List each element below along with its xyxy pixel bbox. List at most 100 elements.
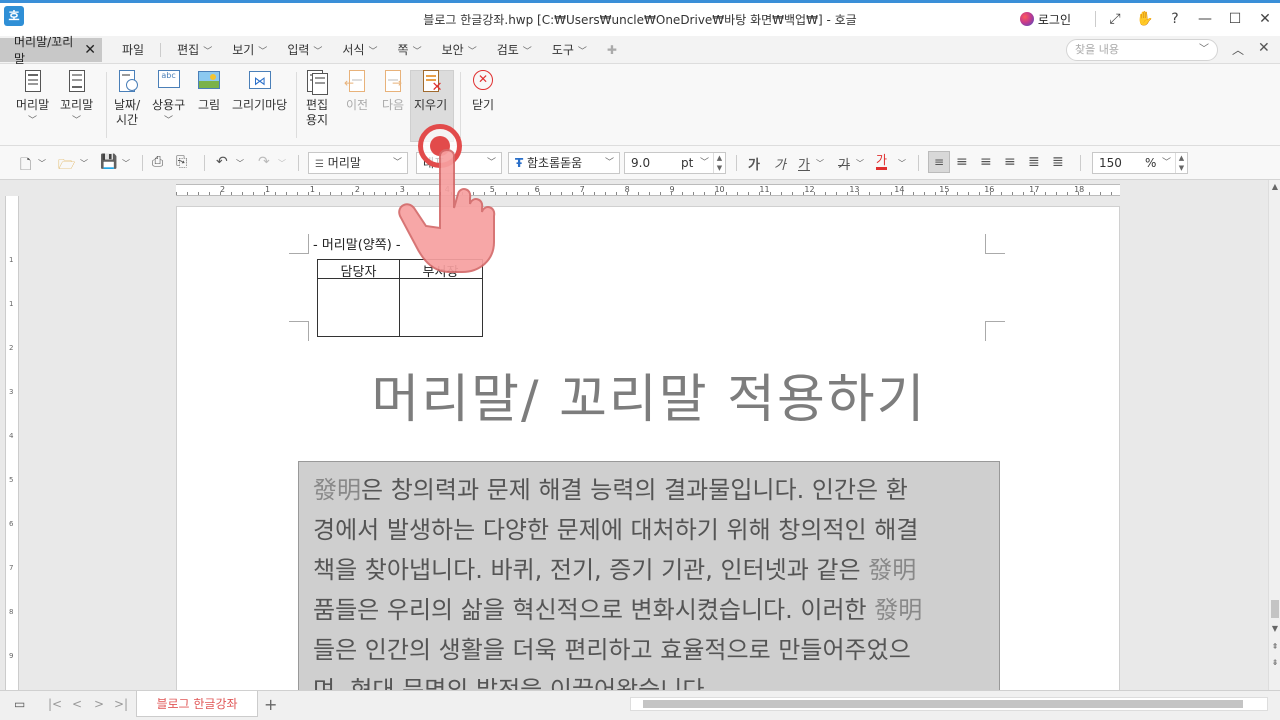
page-view-icon[interactable]: ▭ (14, 697, 25, 711)
add-tab-button[interactable]: + (264, 695, 277, 714)
zoom-spinner[interactable]: ▲ ▼ (1175, 153, 1187, 173)
undo-icon[interactable]: ↶ (216, 154, 228, 170)
align-split-icon[interactable]: ≣ (1052, 154, 1064, 170)
maximize-button[interactable]: ☐ (1220, 11, 1250, 27)
datetime-button[interactable]: 날짜/ 시간 (114, 68, 140, 128)
body-text-line[interactable]: 며, 현대 문명의 발전을 이끌어왔습니다. (313, 670, 985, 690)
new-doc-icon[interactable]: 🗋 (20, 154, 31, 178)
vertical-ruler[interactable]: 1 1 2 3 4 5 6 7 8 9 (5, 196, 19, 690)
drawing-button[interactable]: ⋈ 그리기마당 (232, 68, 287, 113)
font-size-input[interactable]: 9.0 pt ﹀ ▲ ▼ (624, 152, 726, 174)
approval-table[interactable]: 담당자 부서장 (317, 259, 483, 337)
document-title[interactable]: 머리말/ 꼬리말 적용하기 (177, 357, 1121, 432)
delete-button[interactable]: ✕ 지우기 (414, 68, 447, 113)
align-distribute-icon[interactable]: ≣ (1028, 154, 1040, 170)
align-left-icon[interactable]: ≡ (956, 154, 968, 170)
scroll-down-icon[interactable]: ▼ (1269, 624, 1280, 633)
font-color-button[interactable]: 가 (876, 154, 888, 170)
close-doc-icon[interactable]: ✕ (1258, 40, 1270, 56)
chevron-down-icon[interactable]: ﹀ (236, 158, 244, 169)
bold-button[interactable]: 가 (748, 154, 760, 173)
menu-format[interactable]: 서식 ﹀ (332, 41, 387, 58)
login-button[interactable]: 로그인 (1019, 11, 1071, 28)
menu-view[interactable]: 보기 ﹀ (222, 41, 277, 58)
horizontal-scrollbar[interactable] (630, 697, 1268, 711)
font-select[interactable]: Ŧ 함초롬돋움 ﹀ (508, 152, 620, 174)
style-select[interactable]: ☰ 머리말 ﹀ (308, 152, 408, 174)
chevron-down-icon[interactable]: ﹀ (122, 158, 130, 169)
help-icon[interactable]: ? (1160, 11, 1190, 27)
search-input[interactable]: 찾을 내용 ﹀ (1066, 39, 1218, 61)
login-label: 로그인 (1037, 12, 1071, 27)
scroll-up-icon[interactable]: ▲ (1269, 182, 1280, 191)
scrollbar-thumb[interactable] (643, 700, 1243, 708)
italic-button[interactable]: 가 (774, 154, 786, 173)
prev-button[interactable]: ← 이전 (344, 68, 370, 113)
menu-page[interactable]: 쪽 ﹀ (388, 41, 432, 58)
body-text-box[interactable]: 發明은 창의력과 문제 해결 능력의 결과물입니다. 인간은 환 경에서 발생하는… (298, 461, 1000, 690)
body-text-line[interactable]: 경에서 발생하는 다양한 문제에 대처하기 위해 창의적인 해결 (313, 510, 985, 550)
touch-mode-icon[interactable]: ✋ (1130, 11, 1160, 27)
last-tab-icon[interactable]: >| (114, 697, 128, 711)
chevron-down-icon[interactable]: ﹀ (898, 158, 906, 169)
ruler-tick (495, 192, 496, 195)
save-icon[interactable]: 💾 (100, 154, 117, 170)
menu-security[interactable]: 보안 ﹀ (432, 41, 487, 58)
body-text-line[interactable]: 품들은 우리의 삶을 혁신적으로 변화시켰습니다. 이러한 發明 (313, 590, 985, 630)
close-tab-icon[interactable]: ✕ (84, 42, 96, 58)
chevron-down-icon[interactable]: ﹀ (38, 158, 46, 169)
print-preview-icon[interactable]: ⎘ (176, 154, 187, 170)
document-tab[interactable]: 블로그 한글강좌 (136, 691, 258, 717)
autotext-button[interactable]: abc 상용구 ﹀ (152, 68, 185, 126)
page-down-icon[interactable]: ⇟ (1269, 658, 1280, 667)
redo-icon[interactable]: ↷ (258, 154, 270, 170)
menu-insert[interactable]: 입력 ﹀ (277, 41, 332, 58)
menu-tools[interactable]: 도구 ﹀ (542, 41, 597, 58)
zoom-value: 150 (1099, 156, 1122, 170)
menu-edit[interactable]: 편집 ﹀ (167, 41, 222, 58)
scrollbar-thumb[interactable] (1271, 600, 1279, 618)
chevron-down-icon[interactable]: ﹀ (856, 158, 864, 169)
menu-file[interactable]: 파일 (112, 41, 154, 58)
picture-button[interactable]: 그림 (196, 68, 222, 113)
menu-review[interactable]: 검토 ﹀ (487, 41, 542, 58)
vertical-scrollbar[interactable]: ▲ ▼ ⇞ ⇟ (1268, 180, 1280, 690)
puzzle-icon[interactable]: ✚ (597, 43, 627, 57)
align-center-icon[interactable]: ≡ (980, 154, 992, 170)
prev-tab-icon[interactable]: < (72, 697, 82, 711)
close-header-button[interactable]: ✕ 닫기 (470, 68, 496, 113)
align-justify-icon[interactable]: ≡ (928, 151, 950, 173)
strikethrough-button[interactable]: 가 (838, 154, 850, 173)
edit-paper-button[interactable]: 편집 용지 (304, 68, 330, 128)
print-icon[interactable]: ⎙ (152, 154, 163, 170)
open-folder-icon[interactable]: 🗁 (58, 154, 75, 178)
table-header-cell[interactable]: 담당자 (318, 261, 399, 280)
document-page[interactable]: - 머리말(양쪽) - 담당자 부서장 머리말/ 꼬리말 적용하기 發明은 창의… (176, 206, 1120, 690)
ruler-tick (748, 192, 749, 195)
next-button[interactable]: → 다음 (380, 68, 406, 113)
fullscreen-icon[interactable]: ⤢ (1100, 11, 1130, 27)
ruler-tick (231, 192, 232, 195)
chevron-down-icon[interactable]: ﹀ (278, 158, 286, 169)
first-tab-icon[interactable]: |< (48, 697, 62, 711)
collapse-ribbon-icon[interactable]: ︿ (1232, 41, 1244, 58)
next-tab-icon[interactable]: > (94, 697, 104, 711)
footer-button[interactable]: 꼬리말 ﹀ (60, 68, 93, 126)
body-text-line[interactable]: 들은 인간의 생활을 더욱 편리하고 효율적으로 만들어주었으 (313, 630, 985, 670)
zoom-input[interactable]: 150 % ﹀ ▲ ▼ (1092, 152, 1188, 174)
chevron-down-icon[interactable]: ﹀ (80, 158, 88, 169)
chevron-down-icon[interactable]: ﹀ (816, 158, 824, 169)
table-header-cell[interactable]: 부서장 (400, 261, 481, 280)
body-text-line[interactable]: 책을 찾아냅니다. 바퀴, 전기, 증기 기관, 인터넷과 같은 發明 (313, 550, 985, 590)
horizontal-ruler[interactable]: 2 1 1 2 3 4 5 6 7 8 9 10 11 12 13 14 15 16 17 18 (176, 184, 1120, 196)
page-up-icon[interactable]: ⇞ (1269, 642, 1280, 651)
align-right-icon[interactable]: ≡ (1004, 154, 1016, 170)
body-text-line[interactable]: 發明은 창의력과 문제 해결 능력의 결과물입니다. 인간은 환 (313, 470, 985, 510)
underline-button[interactable]: 가 (798, 154, 810, 173)
header-button[interactable]: 머리말 ﹀ (16, 68, 49, 126)
close-window-button[interactable]: ✕ (1250, 11, 1280, 27)
font-size-spinner[interactable]: ▲ ▼ (713, 153, 725, 173)
tab-header-footer[interactable]: 머리말/꼬리말 ✕ (0, 35, 102, 66)
chevron-down-icon[interactable]: ﹀ (1199, 40, 1209, 60)
minimize-button[interactable]: — (1190, 11, 1220, 27)
